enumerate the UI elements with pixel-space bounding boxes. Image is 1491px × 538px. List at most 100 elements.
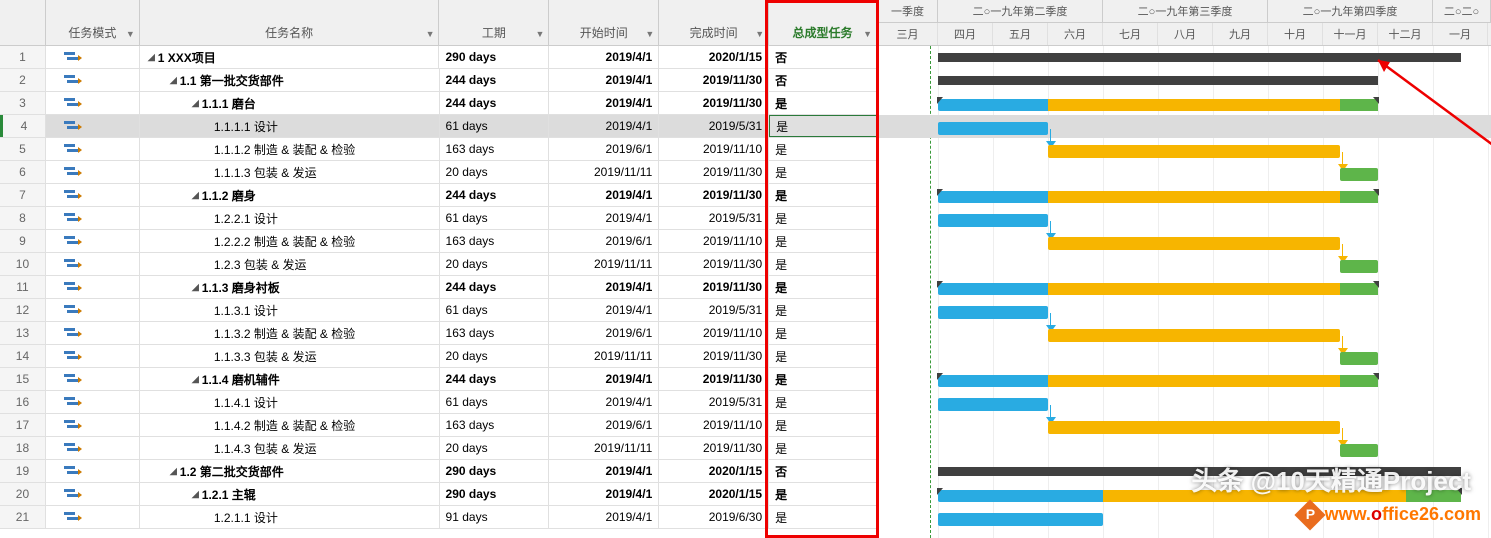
rollup-cell[interactable]: 是 — [769, 506, 877, 528]
task-name-cell[interactable]: 1.1.3.2 制造 & 装配 & 检验 — [140, 322, 440, 344]
gantt-row[interactable] — [878, 368, 1491, 391]
task-row[interactable]: 5 1.1.1.2 制造 & 装配 & 检验 163 days 2019/6/1… — [0, 138, 877, 161]
duration-cell[interactable]: 163 days — [440, 322, 550, 344]
task-mode-cell[interactable] — [46, 437, 140, 459]
task-name-cell[interactable]: 1.1.1.1 设计 — [140, 115, 440, 137]
start-cell[interactable]: 2019/4/1 — [549, 299, 659, 321]
finish-cell[interactable]: 2019/5/31 — [659, 207, 769, 229]
rollup-cell[interactable]: 是 — [769, 414, 877, 436]
start-cell[interactable]: 2019/6/1 — [549, 322, 659, 344]
start-cell[interactable]: 2019/11/11 — [549, 253, 659, 275]
task-row[interactable]: 13 1.1.3.2 制造 & 装配 & 检验 163 days 2019/6/… — [0, 322, 877, 345]
task-name-cell[interactable]: 1.2.2.2 制造 & 装配 & 检验 — [140, 230, 440, 252]
dropdown-icon[interactable]: ▼ — [535, 29, 544, 39]
task-bar[interactable] — [1048, 421, 1340, 434]
task-bar[interactable] — [1340, 168, 1379, 181]
row-number[interactable]: 8 — [0, 207, 46, 229]
gantt-row[interactable] — [878, 207, 1491, 230]
task-name-cell[interactable]: ◢1.1.1 磨台 — [140, 92, 440, 114]
finish-cell[interactable]: 2019/11/30 — [659, 184, 769, 206]
task-row[interactable]: 9 1.2.2.2 制造 & 装配 & 检验 163 days 2019/6/1… — [0, 230, 877, 253]
task-bar[interactable] — [1048, 237, 1340, 250]
start-cell[interactable]: 2019/4/1 — [549, 46, 659, 68]
task-row[interactable]: 2 ◢1.1 第一批交货部件 244 days 2019/4/1 2019/11… — [0, 69, 877, 92]
task-bar[interactable] — [1340, 352, 1379, 365]
dropdown-icon[interactable]: ▼ — [426, 29, 435, 39]
task-bar[interactable] — [938, 306, 1048, 319]
finish-cell[interactable]: 2019/6/30 — [659, 506, 769, 528]
start-cell[interactable]: 2019/4/1 — [549, 368, 659, 390]
task-name-cell[interactable]: 1.2.1.1 设计 — [140, 506, 440, 528]
col-header-rollup[interactable]: 总成型任务▼ — [769, 0, 877, 45]
rollup-bar[interactable] — [938, 99, 1378, 111]
rollup-bar[interactable] — [938, 283, 1378, 295]
rollup-bar[interactable] — [938, 191, 1378, 203]
rollup-cell[interactable]: 是 — [769, 437, 877, 459]
task-name-cell[interactable]: ◢1.1 第一批交货部件 — [140, 69, 440, 91]
gantt-row[interactable] — [878, 460, 1491, 483]
finish-cell[interactable]: 2020/1/15 — [659, 460, 769, 482]
start-cell[interactable]: 2019/4/1 — [549, 391, 659, 413]
task-name-cell[interactable]: 1.1.1.3 包装 & 发运 — [140, 161, 440, 183]
row-number[interactable]: 12 — [0, 299, 46, 321]
collapse-icon[interactable]: ◢ — [192, 489, 199, 500]
task-mode-cell[interactable] — [46, 483, 140, 505]
task-name-cell[interactable]: ◢1.1.3 磨身衬板 — [140, 276, 440, 298]
duration-cell[interactable]: 61 days — [440, 115, 550, 137]
row-number[interactable]: 18 — [0, 437, 46, 459]
task-name-cell[interactable]: 1.1.4.2 制造 & 装配 & 检验 — [140, 414, 440, 436]
duration-cell[interactable]: 163 days — [440, 230, 550, 252]
start-cell[interactable]: 2019/4/1 — [549, 506, 659, 528]
start-cell[interactable]: 2019/6/1 — [549, 138, 659, 160]
row-number[interactable]: 20 — [0, 483, 46, 505]
task-mode-cell[interactable] — [46, 92, 140, 114]
task-row[interactable]: 14 1.1.3.3 包装 & 发运 20 days 2019/11/11 20… — [0, 345, 877, 368]
collapse-icon[interactable]: ◢ — [192, 190, 199, 201]
rollup-cell[interactable]: 是 — [769, 161, 877, 183]
duration-cell[interactable]: 244 days — [440, 368, 550, 390]
finish-cell[interactable]: 2019/11/30 — [659, 345, 769, 367]
duration-cell[interactable]: 290 days — [439, 46, 549, 68]
task-bar[interactable] — [938, 214, 1048, 227]
row-number[interactable]: 13 — [0, 322, 46, 344]
summary-bar[interactable] — [938, 53, 1461, 62]
task-mode-cell[interactable] — [46, 299, 140, 321]
finish-cell[interactable]: 2019/11/10 — [659, 414, 769, 436]
row-number[interactable]: 11 — [0, 276, 46, 298]
task-mode-cell[interactable] — [46, 506, 140, 528]
start-cell[interactable]: 2019/4/1 — [549, 276, 659, 298]
task-name-cell[interactable]: ◢1 XXX项目 — [140, 46, 440, 68]
start-cell[interactable]: 2019/4/1 — [549, 184, 659, 206]
task-name-cell[interactable]: 1.1.3.3 包装 & 发运 — [140, 345, 440, 367]
task-mode-cell[interactable] — [46, 207, 140, 229]
finish-cell[interactable]: 2019/11/30 — [659, 368, 769, 390]
rollup-cell[interactable]: 否 — [769, 460, 877, 482]
finish-cell[interactable]: 2019/11/30 — [659, 276, 769, 298]
task-row[interactable]: 3 ◢1.1.1 磨台 244 days 2019/4/1 2019/11/30… — [0, 92, 877, 115]
col-header-finish[interactable]: 完成时间▼ — [659, 0, 769, 45]
task-row[interactable]: 12 1.1.3.1 设计 61 days 2019/4/1 2019/5/31… — [0, 299, 877, 322]
task-row[interactable]: 1 ◢1 XXX项目 290 days 2019/4/1 2020/1/15 否 — [0, 46, 877, 69]
row-number[interactable]: 3 — [0, 92, 46, 114]
task-row[interactable]: 10 1.2.3 包装 & 发运 20 days 2019/11/11 2019… — [0, 253, 877, 276]
row-number[interactable]: 17 — [0, 414, 46, 436]
rollup-cell[interactable]: 是 — [769, 92, 877, 114]
gantt-row[interactable] — [878, 437, 1491, 460]
collapse-icon[interactable]: ◢ — [192, 98, 199, 109]
col-header-name[interactable]: 任务名称▼ — [140, 0, 440, 45]
collapse-icon[interactable]: ◢ — [148, 52, 155, 63]
rollup-cell[interactable]: 否 — [769, 69, 877, 91]
rollup-cell[interactable]: 是 — [769, 115, 877, 137]
task-row[interactable]: 20 ◢1.2.1 主辊 290 days 2019/4/1 2020/1/15… — [0, 483, 877, 506]
task-bar[interactable] — [1340, 444, 1379, 457]
row-number[interactable]: 5 — [0, 138, 46, 160]
gantt-row[interactable] — [878, 46, 1491, 69]
task-mode-cell[interactable] — [46, 184, 140, 206]
duration-cell[interactable]: 163 days — [440, 414, 550, 436]
task-row[interactable]: 6 1.1.1.3 包装 & 发运 20 days 2019/11/11 201… — [0, 161, 877, 184]
gantt-row[interactable] — [878, 506, 1491, 529]
task-mode-cell[interactable] — [46, 414, 140, 436]
collapse-icon[interactable]: ◢ — [170, 75, 177, 86]
start-cell[interactable]: 2019/6/1 — [549, 414, 659, 436]
col-header-duration[interactable]: 工期▼ — [439, 0, 549, 45]
